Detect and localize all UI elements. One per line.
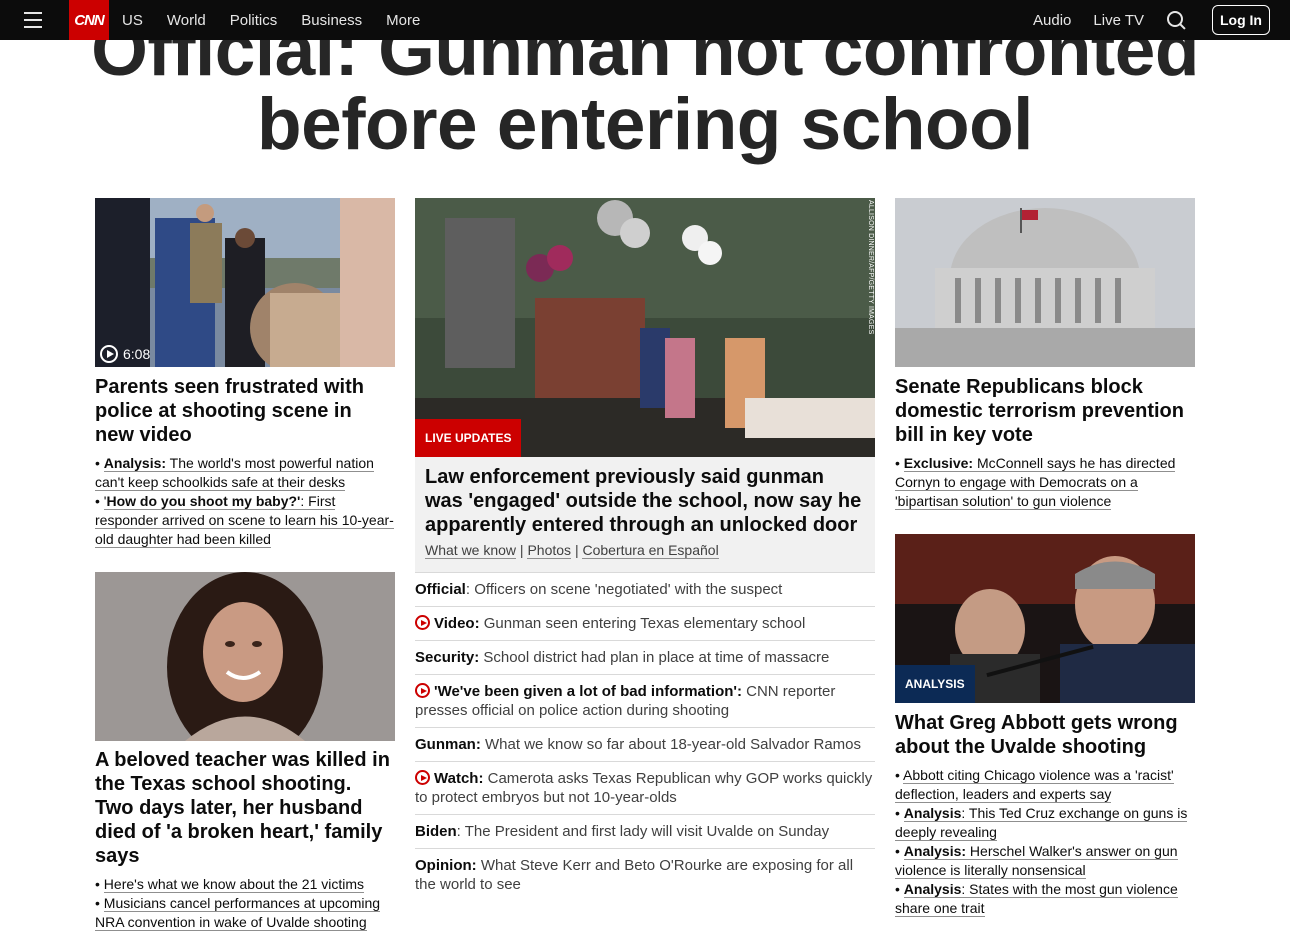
video-duration-badge: 6:08 bbox=[100, 345, 150, 363]
bullet-item[interactable]: • Musicians cancel performances at upcom… bbox=[95, 894, 395, 932]
story-bullets: • Analysis: The world's most powerful na… bbox=[95, 454, 395, 549]
play-icon bbox=[100, 345, 118, 363]
teacher-photo[interactable] bbox=[95, 572, 395, 741]
sublink-what-we-know[interactable]: What we know bbox=[425, 542, 517, 559]
photo-credit: ALLISON DINNER/AFP/GETTY IMAGES bbox=[867, 200, 874, 335]
list-item[interactable]: 'We've been given a lot of bad informati… bbox=[415, 674, 875, 727]
list-item[interactable]: Opinion: What Steve Kerr and Beto O'Rour… bbox=[415, 848, 875, 901]
middle-column: ALLISON DINNER/AFP/GETTY IMAGES LIVE UPD… bbox=[415, 198, 875, 901]
nav-link-politics[interactable]: Politics bbox=[230, 12, 278, 29]
right-column: Senate Republicans block domestic terror… bbox=[895, 198, 1195, 918]
nav-links: US World Politics Business More bbox=[122, 0, 444, 40]
story-title[interactable]: Parents seen frustrated with police at s… bbox=[95, 375, 395, 447]
video-duration: 6:08 bbox=[123, 346, 151, 362]
search-icon[interactable] bbox=[1166, 10, 1186, 30]
live-sublinks: What we know | Photos | Cobertura en Esp… bbox=[425, 542, 719, 559]
nav-link-us[interactable]: US bbox=[122, 12, 143, 29]
menu-icon[interactable] bbox=[24, 11, 42, 29]
left-column: 6:08 Parents seen frustrated with police… bbox=[95, 198, 395, 932]
nav-link-world[interactable]: World bbox=[167, 12, 206, 29]
nav-link-live-tv[interactable]: Live TV bbox=[1093, 12, 1144, 29]
analysis-badge: ANALYSIS bbox=[895, 665, 975, 703]
abbott-photo[interactable]: ANALYSIS bbox=[895, 534, 1195, 703]
story-title[interactable]: A beloved teacher was killed in the Texa… bbox=[95, 748, 395, 868]
nav-link-more[interactable]: More bbox=[386, 12, 420, 29]
nav-link-business[interactable]: Business bbox=[301, 12, 362, 29]
story-bullets: • Abbott citing Chicago violence was a '… bbox=[895, 766, 1195, 918]
sublink-espanol[interactable]: Cobertura en Español bbox=[582, 542, 719, 559]
sublink-photos[interactable]: Photos bbox=[527, 542, 572, 559]
list-item[interactable]: Watch: Camerota asks Texas Republican wh… bbox=[415, 761, 875, 814]
bullet-item[interactable]: • Here's what we know about the 21 victi… bbox=[95, 875, 395, 894]
live-story-box: Law enforcement previously said gunman w… bbox=[415, 457, 875, 572]
live-updates-badge: LIVE UPDATES bbox=[415, 419, 522, 457]
video-play-icon bbox=[415, 770, 430, 785]
bullet-item[interactable]: • Analysis: The world's most powerful na… bbox=[95, 454, 395, 492]
top-nav: CNN US World Politics Business More Audi… bbox=[0, 0, 1290, 40]
bullet-item[interactable]: • Exclusive: McConnell says he has direc… bbox=[895, 454, 1195, 511]
story-title[interactable]: Senate Republicans block domestic terror… bbox=[895, 375, 1195, 447]
story-bullets: • Here's what we know about the 21 victi… bbox=[95, 875, 395, 932]
bullet-item[interactable]: • 'How do you shoot my baby?': First res… bbox=[95, 492, 395, 549]
bullet-item[interactable]: • Analysis: This Ted Cruz exchange on gu… bbox=[895, 804, 1195, 842]
bullet-item[interactable]: • Analysis: States with the most gun vio… bbox=[895, 880, 1195, 918]
live-story-title[interactable]: Law enforcement previously said gunman w… bbox=[425, 465, 865, 537]
live-related-list: Official: Officers on scene 'negotiated'… bbox=[415, 572, 875, 901]
parents-scene-image bbox=[95, 198, 395, 367]
list-item[interactable]: Gunman: What we know so far about 18-yea… bbox=[415, 727, 875, 761]
video-play-icon bbox=[415, 683, 430, 698]
capitol-photo[interactable] bbox=[895, 198, 1195, 367]
bullet-item[interactable]: • Analysis: Herschel Walker's answer on … bbox=[895, 842, 1195, 880]
list-item[interactable]: Biden: The President and first lady will… bbox=[415, 814, 875, 848]
story-bullets: • Exclusive: McConnell says he has direc… bbox=[895, 454, 1195, 511]
teacher-portrait-image bbox=[95, 572, 395, 741]
login-button[interactable]: Log In bbox=[1212, 5, 1270, 35]
list-item[interactable]: Official: Officers on scene 'negotiated'… bbox=[415, 572, 875, 606]
bullet-item[interactable]: • Abbott citing Chicago violence was a '… bbox=[895, 766, 1195, 804]
cnn-logo[interactable]: CNN bbox=[69, 0, 109, 40]
nav-right: Audio Live TV Log In bbox=[1033, 0, 1270, 40]
nav-link-audio[interactable]: Audio bbox=[1033, 12, 1071, 29]
list-item[interactable]: Video: Gunman seen entering Texas elemen… bbox=[415, 606, 875, 640]
parents-video-thumbnail[interactable]: 6:08 bbox=[95, 198, 395, 367]
list-item[interactable]: Security: School district had plan in pl… bbox=[415, 640, 875, 674]
memorial-photo[interactable]: ALLISON DINNER/AFP/GETTY IMAGES LIVE UPD… bbox=[415, 198, 875, 457]
capitol-building-image bbox=[895, 198, 1195, 367]
story-title[interactable]: What Greg Abbott gets wrong about the Uv… bbox=[895, 711, 1195, 759]
video-play-icon bbox=[415, 615, 430, 630]
